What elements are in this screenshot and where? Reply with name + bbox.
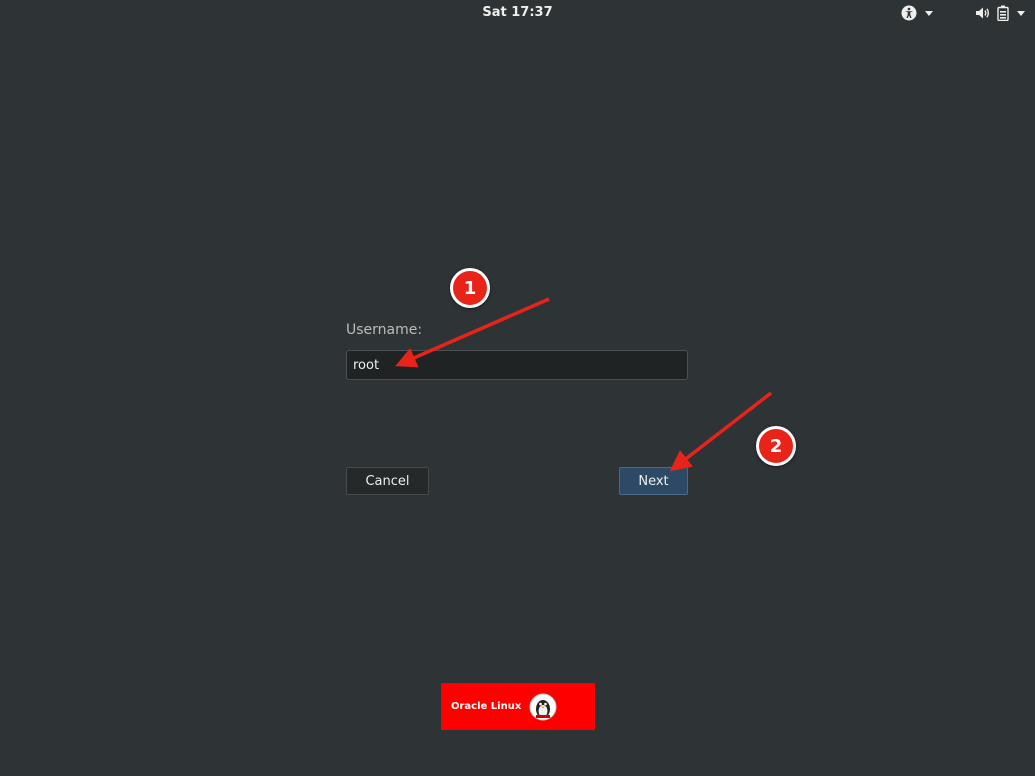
oracle-linux-logo: Oracle Linux [441,683,595,730]
status-area [899,3,1027,23]
battery-icon [997,5,1009,21]
penguin-mascot-icon [529,693,557,721]
cancel-button[interactable]: Cancel [346,467,429,495]
chevron-down-icon [925,10,933,16]
top-bar: Sat 17:37 [0,0,1035,26]
annotation-arrow-2 [669,391,773,472]
username-label: Username: [346,322,423,338]
annotation-marker-1: 1 [450,268,490,308]
volume-icon [975,6,991,20]
next-button[interactable]: Next [619,467,688,495]
clock[interactable]: Sat 17:37 [0,5,1035,20]
annotation-marker-2: 2 [756,426,796,466]
chevron-down-icon [1017,10,1025,16]
accessibility-icon [901,5,917,21]
annotation-arrows [395,297,773,472]
brand-text: Oracle Linux [451,701,522,712]
system-menu[interactable] [973,3,1027,23]
username-input[interactable] [346,350,688,380]
accessibility-menu[interactable] [899,3,935,23]
